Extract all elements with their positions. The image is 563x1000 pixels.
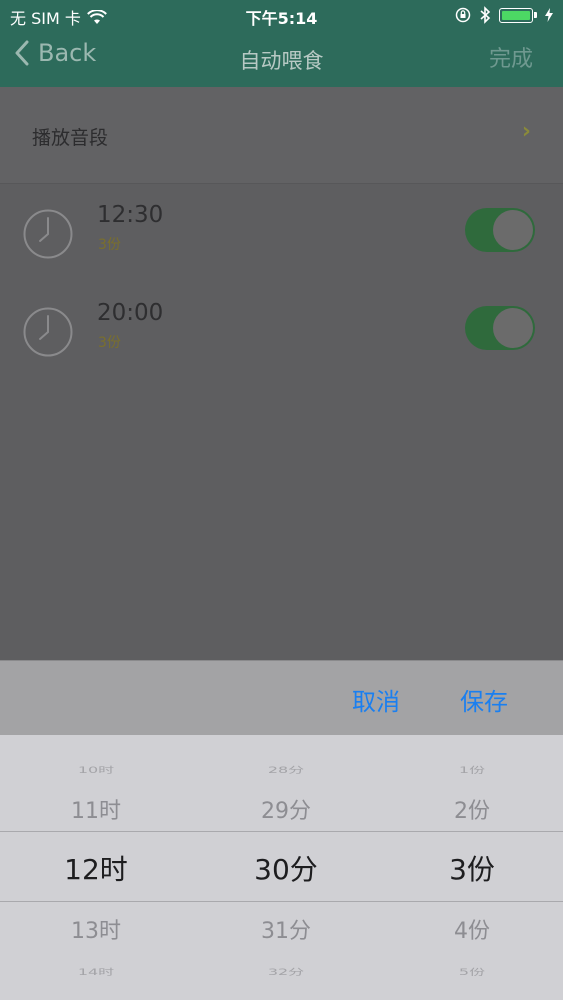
hour-option[interactable]: 11时 [2, 793, 190, 825]
sound-row-label: 播放音段 [32, 127, 109, 149]
hour-option[interactable]: 14时 [2, 964, 190, 977]
toggle-knob [493, 308, 533, 348]
bluetooth-icon [480, 6, 491, 24]
hour-option-selected[interactable]: 12时 [2, 848, 190, 888]
battery-icon [499, 7, 533, 23]
toggle-knob [493, 210, 533, 250]
picker-toolbar: 取消 保存 [0, 660, 563, 735]
hour-option[interactable]: 10时 [2, 762, 190, 775]
clock-icon [23, 209, 73, 259]
alarm-time: 20:00 [97, 300, 164, 326]
status-bar: 无 SIM 卡 下午5:14 [0, 0, 563, 30]
minute-option[interactable]: 29分 [192, 793, 380, 825]
cancel-button[interactable]: 取消 [352, 682, 400, 717]
chevron-right-icon: › [521, 119, 531, 144]
alarm-row[interactable]: 20:00 3份 [0, 282, 563, 382]
nav-bar: Back 自动喂食 完成 [0, 30, 563, 87]
orientation-lock-icon [455, 7, 471, 23]
sound-row[interactable]: 播放音段 › [0, 87, 563, 184]
top-bar: 无 SIM 卡 下午5:14 Back 自动喂食 完成 [0, 0, 563, 87]
portion-option[interactable]: 5份 [378, 964, 563, 977]
minute-wheel[interactable]: 28分 29分 30分 31分 32分 [192, 735, 380, 1000]
minute-option[interactable]: 28分 [192, 762, 380, 775]
alarm-toggle[interactable] [465, 306, 535, 350]
portion-wheel[interactable]: 1份 2份 3份 4份 5份 [378, 735, 563, 1000]
hour-wheel[interactable]: 10时 11时 12时 13时 14时 [2, 735, 190, 1000]
clock-icon [23, 307, 73, 357]
charging-icon [545, 8, 553, 22]
portion-option-selected[interactable]: 3份 [378, 848, 563, 888]
status-right [455, 6, 553, 24]
alarm-toggle[interactable] [465, 208, 535, 252]
save-button[interactable]: 保存 [460, 682, 508, 717]
page-title: 自动喂食 [239, 49, 324, 73]
minute-option-selected[interactable]: 30分 [192, 848, 380, 888]
time-portion-picker: 10时 11时 12时 13时 14时 28分 29分 30分 31分 32分 … [0, 735, 563, 1000]
alarm-list: 播放音段 › 12:30 3份 20:00 3份 [0, 87, 563, 660]
minute-option[interactable]: 32分 [192, 964, 380, 977]
portion-option[interactable]: 2份 [378, 793, 563, 825]
alarm-time: 12:30 [97, 202, 164, 228]
hour-option[interactable]: 13时 [2, 913, 190, 945]
minute-option[interactable]: 31分 [192, 913, 380, 945]
done-button[interactable]: 完成 [489, 41, 533, 73]
alarm-row[interactable]: 12:30 3份 [0, 184, 563, 284]
alarm-portion: 3份 [98, 237, 121, 253]
portion-option[interactable]: 4份 [378, 913, 563, 945]
portion-option[interactable]: 1份 [378, 762, 563, 775]
alarm-portion: 3份 [98, 335, 121, 351]
